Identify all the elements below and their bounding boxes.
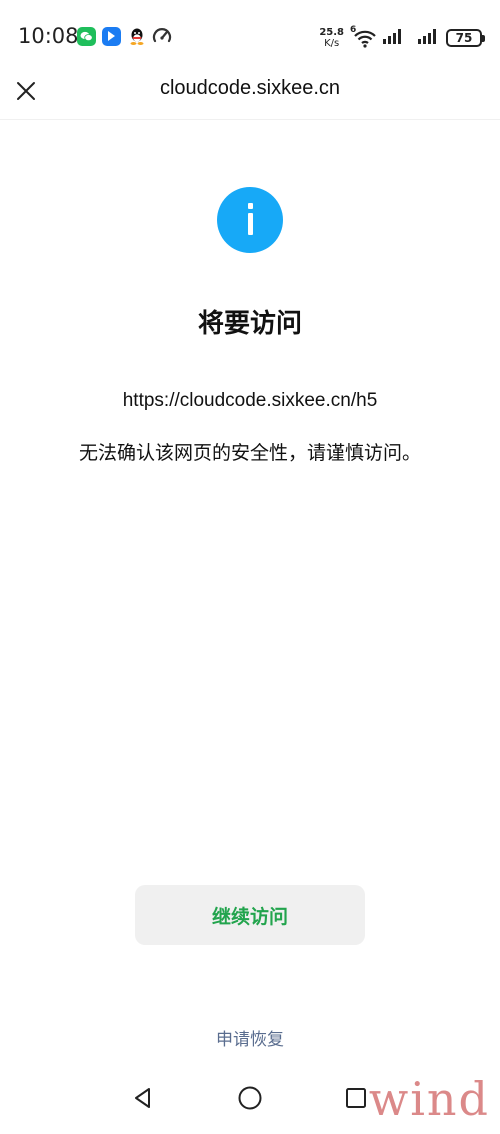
- home-button[interactable]: [232, 1080, 268, 1116]
- network-speed-value: 25.8: [319, 27, 344, 38]
- target-url: https://cloudcode.sixkee.cn/h5: [122, 390, 378, 411]
- continue-button[interactable]: 继续访问: [135, 885, 365, 945]
- network-speed: 25.8 K/s: [319, 27, 344, 49]
- status-indicators: 25.8 K/s 6 75: [319, 25, 485, 49]
- recent-square-icon: [346, 1088, 366, 1108]
- security-warning: 无法确认该网页的安全性，请谨慎访问。: [78, 442, 421, 464]
- back-button[interactable]: [125, 1080, 161, 1116]
- wechat-icon: [77, 26, 96, 46]
- page-title: cloudcode.sixkee.cn: [159, 77, 341, 99]
- signal-1-icon: [382, 28, 404, 48]
- status-time: 10:08: [18, 24, 79, 48]
- network-speed-unit: K/s: [324, 38, 340, 49]
- signal-2-icon: [410, 28, 440, 48]
- battery-level: 75: [455, 31, 473, 45]
- info-icon: [217, 187, 283, 253]
- back-triangle-icon: [135, 1088, 150, 1108]
- appeal-link[interactable]: 申请恢复: [0, 1025, 500, 1050]
- battery-indicator: 75: [446, 29, 485, 47]
- title-bar: cloudcode.sixkee.cn: [0, 62, 500, 120]
- wifi-icon: 6: [350, 25, 376, 48]
- home-circle-icon: [238, 1086, 262, 1110]
- watermark: wind: [368, 1072, 490, 1126]
- speedometer-icon: [152, 26, 172, 46]
- status-app-icons: [77, 26, 172, 46]
- blue-app-icon: [102, 26, 121, 46]
- qq-icon: [127, 27, 146, 46]
- page-heading: 将要访问: [197, 309, 302, 339]
